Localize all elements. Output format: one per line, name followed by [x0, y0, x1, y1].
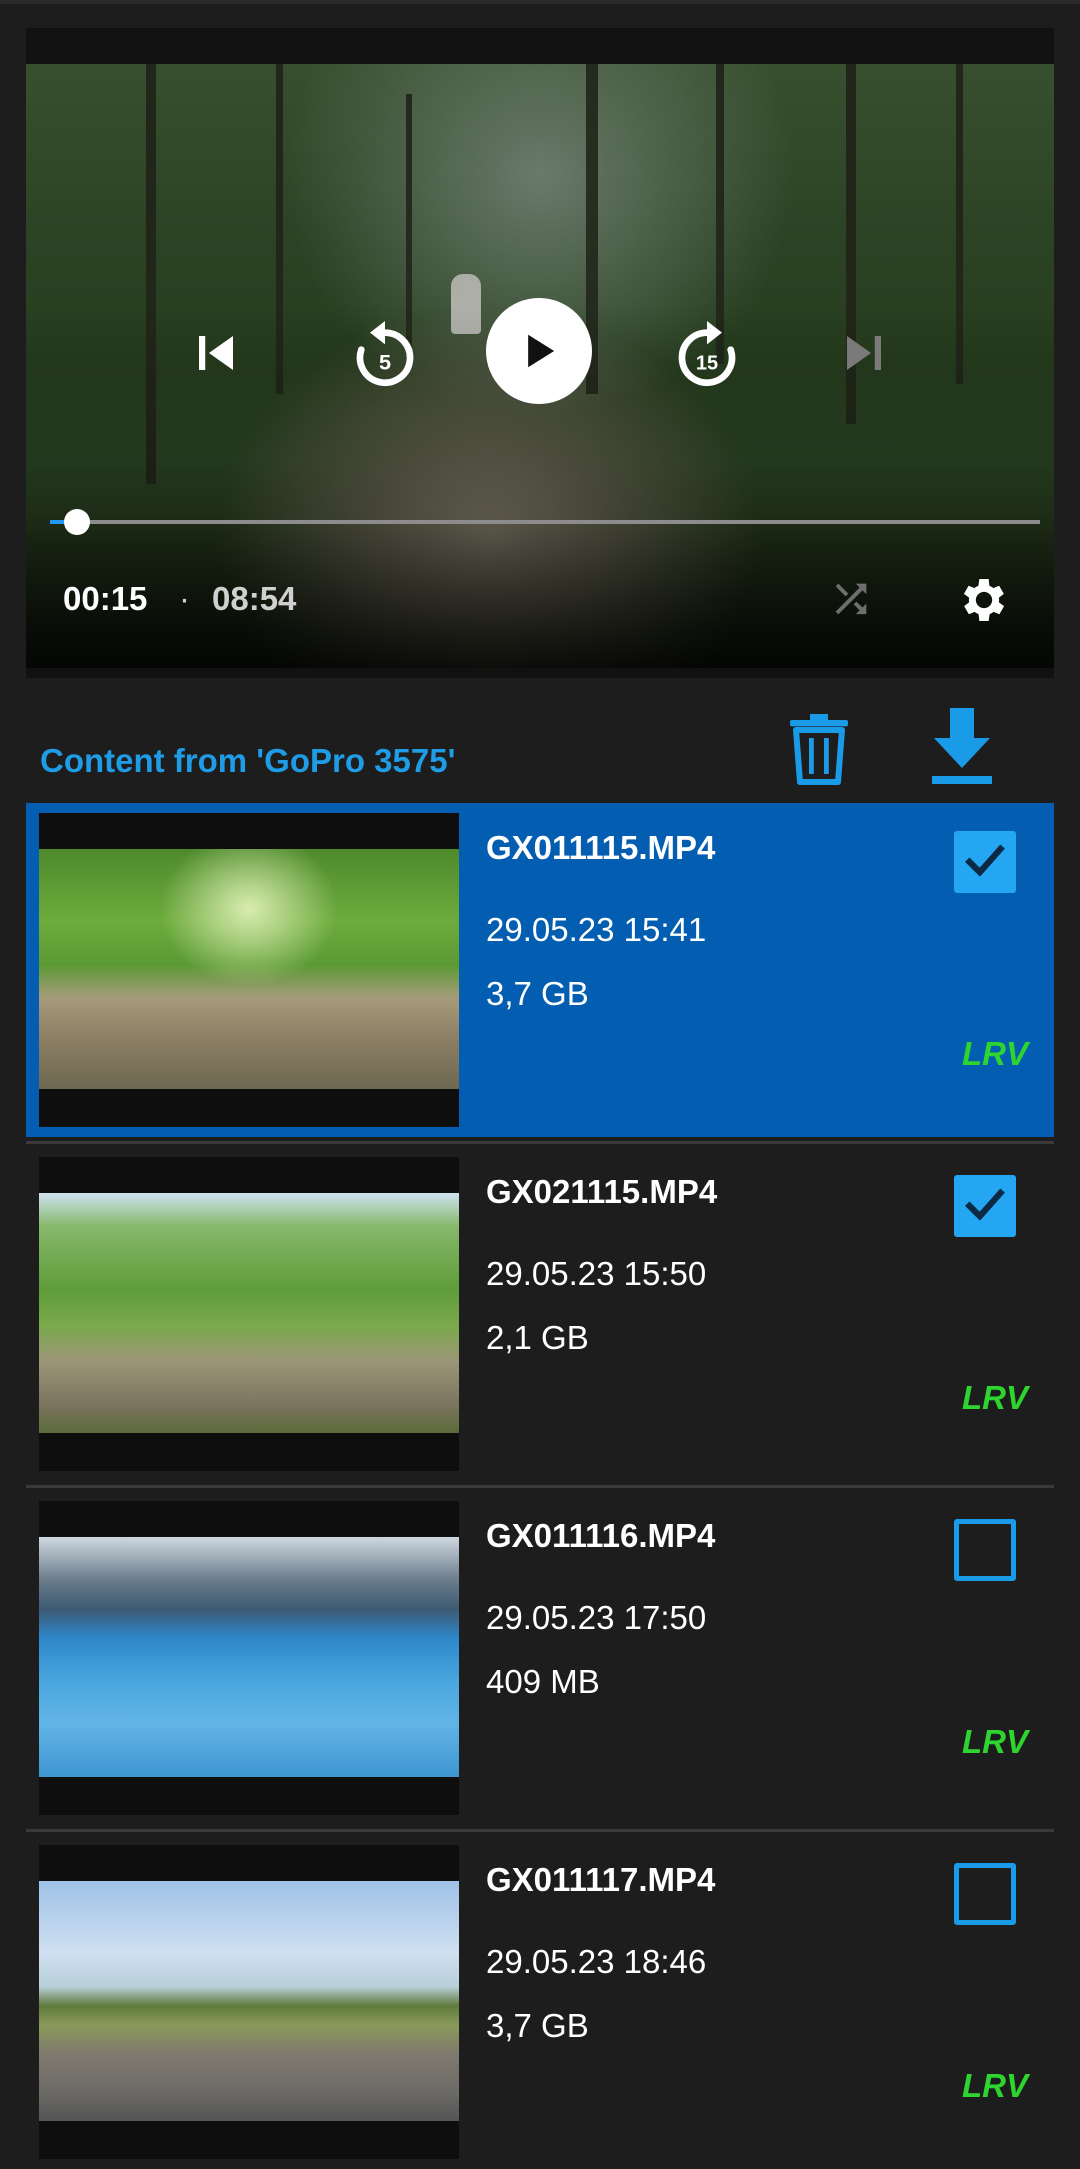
list-divider [26, 1829, 1054, 1832]
lrv-badge: LRV [962, 1379, 1028, 1416]
media-list-item[interactable]: GX021115.MP4 29.05.23 15:50 2,1 GB LRV [26, 1147, 1054, 1481]
svg-text:5: 5 [379, 349, 391, 374]
replay-5-icon[interactable]: 5 [342, 313, 428, 399]
video-thumbnail[interactable] [39, 1845, 459, 2159]
file-name: GX011117.MP4 [486, 1861, 716, 1898]
video-thumbnail[interactable] [39, 1157, 459, 1471]
media-list-item[interactable]: GX011117.MP4 29.05.23 18:46 3,7 GB LRV [26, 1835, 1054, 2169]
file-date: 29.05.23 18:46 [486, 1943, 707, 1980]
file-name: GX011116.MP4 [486, 1517, 716, 1554]
list-divider [26, 1141, 1054, 1144]
file-size: 2,1 GB [486, 1319, 589, 1356]
thumbnail-image [39, 1193, 459, 1433]
thumbnail-image [39, 1537, 459, 1777]
settings-icon[interactable] [956, 572, 1012, 628]
lrv-badge: LRV [962, 2067, 1028, 2104]
current-time: 00:15 [63, 580, 148, 617]
file-date: 29.05.23 15:50 [486, 1255, 707, 1292]
seek-handle[interactable] [63, 509, 90, 535]
list-divider [26, 1485, 1054, 1488]
skip-previous-icon[interactable] [176, 313, 256, 393]
play-icon [528, 334, 555, 368]
content-source-title: Content from 'GoPro 3575' [40, 742, 456, 779]
delete-icon[interactable] [788, 710, 850, 786]
forward-15-icon[interactable]: 15 [664, 313, 750, 399]
file-date: 29.05.23 17:50 [486, 1599, 707, 1636]
select-checkbox[interactable] [954, 1519, 1016, 1581]
file-date: 29.05.23 15:41 [486, 911, 707, 948]
video-player[interactable]: 5 15 00:15 · 08:54 [26, 28, 1054, 678]
select-checkbox[interactable] [954, 1863, 1016, 1925]
select-checkbox[interactable] [954, 1175, 1016, 1237]
file-size: 3,7 GB [486, 975, 589, 1012]
duration: 08:54 [212, 580, 297, 617]
skip-next-icon[interactable] [824, 313, 904, 393]
play-button[interactable] [486, 298, 592, 404]
download-icon[interactable] [930, 706, 994, 786]
select-checkbox[interactable] [954, 831, 1016, 893]
seek-bar[interactable] [50, 509, 1040, 535]
time-separator: · [179, 580, 190, 617]
video-thumbnail[interactable] [39, 813, 459, 1127]
media-list-item[interactable]: GX011115.MP4 29.05.23 15:41 3,7 GB LRV [26, 803, 1054, 1137]
media-list-item[interactable]: GX011116.MP4 29.05.23 17:50 409 MB LRV [26, 1491, 1054, 1825]
thumbnail-image [39, 1881, 459, 2121]
lrv-badge: LRV [962, 1723, 1028, 1760]
file-name: GX011115.MP4 [486, 829, 716, 866]
thumbnail-image [39, 849, 459, 1089]
lrv-badge: LRV [962, 1035, 1028, 1072]
video-thumbnail[interactable] [39, 1501, 459, 1815]
file-size: 409 MB [486, 1663, 600, 1700]
svg-text:15: 15 [696, 352, 718, 374]
file-name: GX021115.MP4 [486, 1173, 718, 1210]
check-icon [965, 844, 1005, 877]
status-strip [0, 0, 1080, 4]
file-size: 3,7 GB [486, 2007, 589, 2044]
shuffle-icon[interactable] [826, 574, 876, 624]
check-icon [965, 1188, 1005, 1221]
